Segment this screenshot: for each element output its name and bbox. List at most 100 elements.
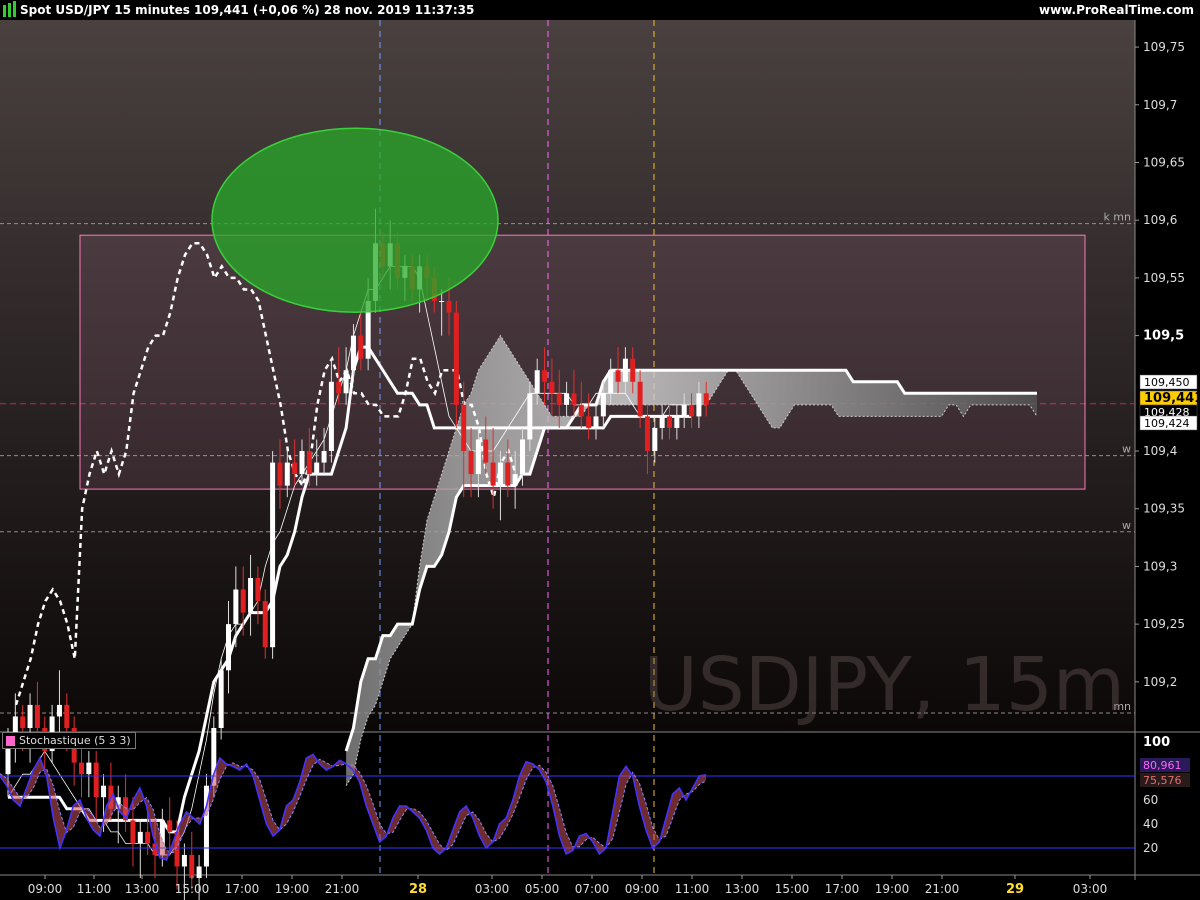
- candle-body: [358, 335, 364, 359]
- time-tick-label: 11:00: [675, 882, 710, 896]
- legend-swatch: [6, 735, 15, 746]
- price-tick-label: 109,7: [1143, 98, 1177, 112]
- level-label: w: [1122, 519, 1131, 532]
- candle-body: [189, 854, 195, 879]
- price-tag-label: 109,450: [1144, 376, 1190, 389]
- candle-body: [534, 370, 540, 394]
- candle-body: [520, 439, 525, 475]
- candle-body: [571, 393, 577, 405]
- candle-body: [556, 393, 562, 405]
- time-tick-label: 11:00: [77, 882, 112, 896]
- legend-item-stochastic[interactable]: Stochastique (5 3 3): [2, 732, 136, 749]
- candle-body: [292, 462, 298, 475]
- candle-body: [34, 704, 40, 728]
- candle-body: [689, 404, 695, 417]
- time-tick-label: 19:00: [275, 882, 310, 896]
- candle-body: [497, 462, 503, 486]
- candle-body: [284, 462, 290, 486]
- candle-body: [321, 451, 327, 463]
- level-label: w: [1122, 443, 1131, 456]
- time-tick-label: 21:00: [325, 882, 360, 896]
- time-tick-label: 07:00: [575, 882, 610, 896]
- candle-body: [145, 831, 151, 844]
- candle-body: [314, 462, 320, 475]
- candle-body: [277, 462, 283, 486]
- time-tick-label: 13:00: [725, 882, 760, 896]
- candle-body: [226, 624, 231, 671]
- stochastic-legend: Stochastique (5 3 3): [2, 732, 136, 749]
- candle-body: [218, 670, 224, 728]
- price-tick-label: 109,2: [1143, 675, 1177, 689]
- candle-body: [527, 393, 533, 440]
- stoch-tick-label: 60: [1143, 793, 1158, 807]
- range-box: [79, 234, 1086, 490]
- level-label: k mn: [1103, 211, 1131, 224]
- candle-body: [667, 416, 672, 428]
- candle-body: [262, 601, 268, 648]
- candle-body: [336, 381, 342, 394]
- candle-body: [306, 451, 312, 475]
- candle-body: [343, 370, 349, 394]
- price-tick-label: 109,25: [1143, 617, 1185, 631]
- candle-body: [593, 416, 599, 428]
- price-tick-label: 109,3: [1143, 559, 1177, 573]
- time-tick-label: 09:00: [625, 882, 660, 896]
- stoch-tag-label: 75,576: [1143, 774, 1182, 787]
- time-tick-label: 29: [1006, 882, 1024, 897]
- stoch-tick-label: 20: [1143, 841, 1158, 855]
- watermark: USDJPY, 15m: [644, 642, 1125, 728]
- stochastic-panel-background: [0, 750, 1135, 875]
- candle-body: [446, 300, 452, 313]
- time-tick-label: 28: [409, 882, 427, 897]
- price-tick-label: 109,5: [1143, 329, 1184, 344]
- candle-body: [196, 866, 202, 879]
- stoch-tag-label: 80,961: [1143, 759, 1182, 772]
- price-tag-label: 109,424: [1144, 417, 1190, 430]
- candle-body: [483, 439, 489, 463]
- candle-body: [652, 427, 658, 452]
- price-tag-label: 109,441: [1144, 391, 1200, 406]
- candle-body: [461, 404, 467, 452]
- candle-body: [696, 393, 702, 417]
- time-tick-label: 15:00: [775, 882, 810, 896]
- highlight-ellipse: [211, 127, 499, 313]
- candle-body: [637, 381, 643, 417]
- candle-body: [240, 589, 246, 613]
- time-tick-label: 17:00: [825, 882, 860, 896]
- candle-body: [490, 462, 496, 486]
- candle-body: [505, 462, 511, 486]
- candle-body: [512, 474, 518, 486]
- price-tick-label: 109,35: [1143, 502, 1185, 516]
- price-tick-label: 109,75: [1143, 40, 1185, 54]
- candle-body: [630, 358, 636, 382]
- candle-body: [64, 704, 70, 728]
- candle-body: [255, 577, 261, 602]
- price-tick-label: 109,65: [1143, 155, 1185, 169]
- candle-body: [659, 416, 665, 428]
- stoch-tick-label: 40: [1143, 817, 1158, 831]
- candle-body: [86, 762, 92, 775]
- candle-body: [674, 416, 680, 428]
- candle-body: [101, 785, 107, 798]
- candle-body: [350, 335, 356, 371]
- candle-body: [578, 404, 584, 417]
- time-tick-label: 03:00: [1073, 882, 1108, 896]
- time-tick-label: 03:00: [475, 882, 510, 896]
- candle-body: [233, 589, 239, 625]
- time-tick-label: 05:00: [525, 882, 560, 896]
- candle-body: [681, 404, 687, 417]
- candle-body: [542, 370, 548, 382]
- candle-body: [79, 762, 84, 775]
- candle-body: [622, 358, 628, 382]
- time-tick-label: 13:00: [125, 882, 160, 896]
- candle-body: [439, 300, 445, 302]
- chart-canvas[interactable]: k mnwwmnUSDJPY, 15m109,75109,7109,65109,…: [0, 0, 1200, 900]
- candle-body: [608, 370, 614, 394]
- candle-body: [137, 831, 143, 844]
- candle-body: [167, 820, 173, 832]
- candle-body: [644, 416, 650, 452]
- candle-body: [549, 381, 555, 394]
- candle-body: [56, 704, 62, 717]
- candle-body: [615, 370, 621, 382]
- time-tick-label: 21:00: [925, 882, 960, 896]
